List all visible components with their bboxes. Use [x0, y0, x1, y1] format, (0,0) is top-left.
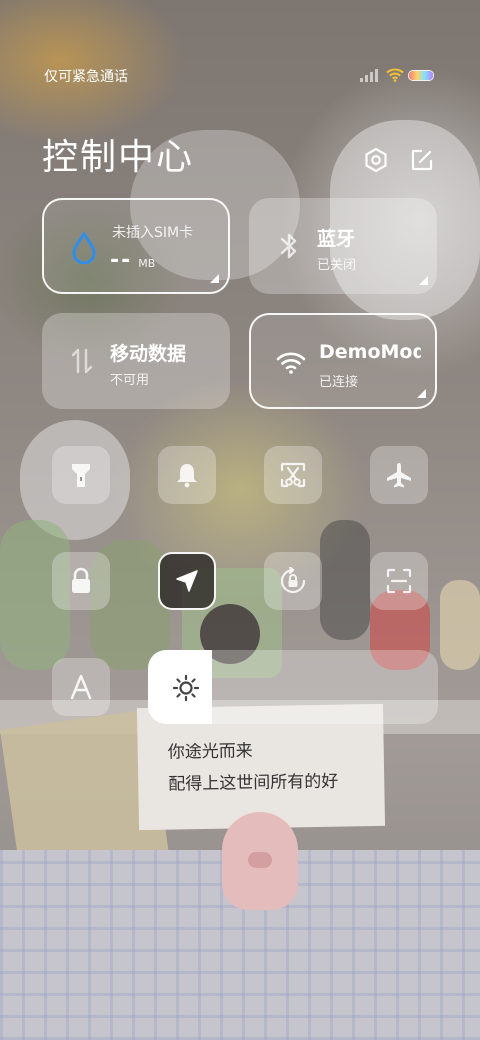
screenshot-scissors-icon	[280, 462, 306, 488]
wallpaper-pig-figure	[222, 812, 298, 910]
lock-screen-toggle[interactable]	[52, 552, 110, 610]
data-arrows-icon	[64, 341, 100, 381]
settings-button[interactable]	[360, 144, 392, 176]
wifi-status: 已连接	[319, 375, 359, 390]
bluetooth-icon	[271, 226, 307, 266]
water-drop-icon	[66, 228, 102, 268]
expand-corner-icon	[417, 389, 426, 398]
scanner-toggle[interactable]	[370, 552, 428, 610]
expand-corner-icon	[210, 274, 219, 283]
mobile-data-status: 不可用	[110, 373, 150, 388]
edit-button[interactable]	[406, 144, 438, 176]
font-a-icon	[70, 674, 92, 700]
reading-mode-toggle[interactable]	[52, 658, 110, 716]
wifi-icon	[273, 343, 309, 383]
wallpaper-figurine	[320, 520, 370, 640]
scan-icon	[386, 568, 412, 594]
bluetooth-status: 已关闭	[317, 258, 357, 273]
edit-icon	[411, 149, 433, 171]
carrier-text: 仅可紧急通话	[44, 69, 128, 85]
airplane-mode-toggle[interactable]	[370, 446, 428, 504]
airplane-icon	[387, 463, 411, 488]
data-usage-value: -- MB	[110, 248, 155, 273]
data-usage-number: --	[110, 248, 133, 273]
page-title: 控制中心	[42, 137, 195, 178]
rotation-lock-icon	[280, 567, 306, 594]
wifi-icon	[386, 68, 404, 82]
wallpaper-figurine	[440, 580, 480, 670]
location-arrow-icon	[176, 570, 198, 592]
bell-icon	[177, 464, 197, 488]
data-usage-unit: MB	[138, 257, 156, 270]
lock-icon	[72, 567, 90, 593]
status-icons	[360, 68, 440, 84]
wifi-tile[interactable]: DemoMode 已连接	[249, 313, 437, 409]
settings-hex-icon	[365, 147, 387, 173]
sim-status-label: 未插入SIM卡	[112, 225, 194, 241]
location-toggle[interactable]	[158, 552, 216, 610]
expand-corner-icon	[419, 276, 428, 285]
mobile-data-tile[interactable]: 移动数据 不可用	[42, 313, 230, 409]
flashlight-icon	[72, 464, 90, 487]
silent-toggle[interactable]	[158, 446, 216, 504]
screenshot-toggle[interactable]	[264, 446, 322, 504]
rotation-lock-toggle[interactable]	[264, 552, 322, 610]
wifi-network-name: DemoMode	[319, 341, 421, 363]
mobile-data-title: 移动数据	[110, 343, 187, 365]
data-usage-tile[interactable]: 未插入SIM卡 -- MB	[42, 198, 230, 294]
bluetooth-title: 蓝牙	[317, 228, 356, 250]
bluetooth-tile[interactable]: 蓝牙 已关闭	[249, 198, 437, 294]
flashlight-toggle[interactable]	[52, 446, 110, 504]
battery-icon	[408, 70, 434, 81]
sun-icon	[172, 674, 200, 702]
brightness-slider[interactable]	[148, 650, 438, 724]
